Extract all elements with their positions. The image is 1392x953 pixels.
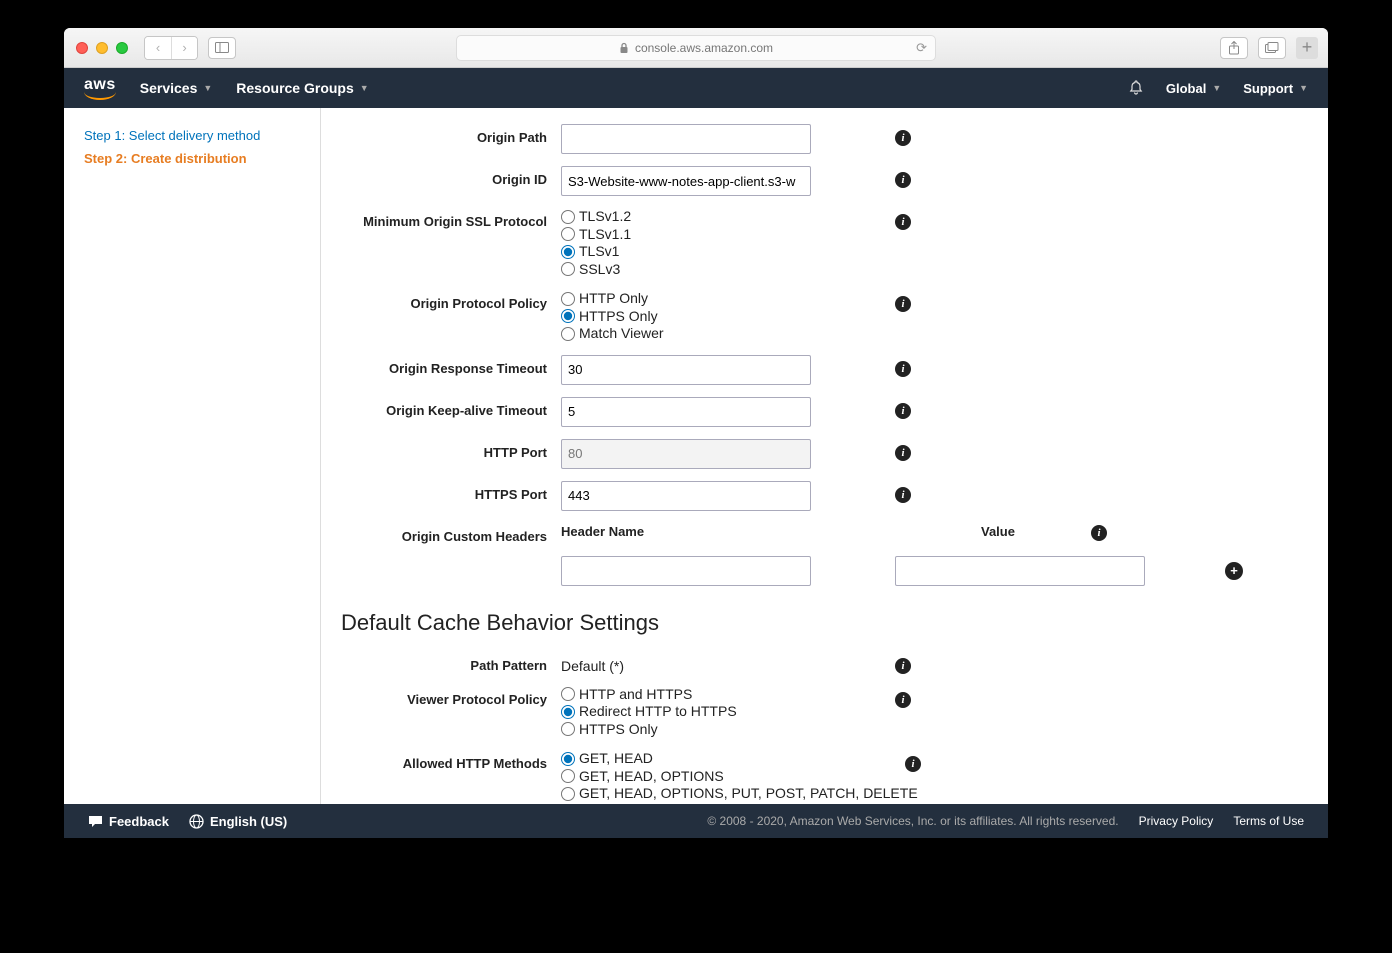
aws-logo[interactable]: aws [84,76,116,100]
info-icon[interactable]: i [895,130,911,146]
value-column: Value [981,524,1015,539]
custom-headers-label: Origin Custom Headers [341,523,561,544]
viewer-http-https-option[interactable]: HTTP and HTTPS [561,686,881,704]
origin-protocol-label: Origin Protocol Policy [341,290,561,311]
viewer-protocol-options: HTTP and HTTPS Redirect HTTP to HTTPS HT… [561,686,881,739]
close-window-button[interactable] [76,42,88,54]
caret-down-icon: ▼ [360,83,369,93]
feedback-link[interactable]: Feedback [88,814,169,829]
resource-groups-menu[interactable]: Resource Groups ▼ [236,80,368,96]
keepalive-timeout-input[interactable] [561,397,811,427]
origin-id-input[interactable] [561,166,811,196]
info-icon[interactable]: i [895,214,911,230]
info-icon[interactable]: i [895,658,911,674]
new-tab-button[interactable]: + [1296,37,1318,59]
caret-down-icon: ▼ [1212,83,1221,93]
methods-get-head-option[interactable]: GET, HEAD [561,750,918,768]
macos-titlebar: ‹ › console.aws.amazon.com ⟳ + [64,28,1328,68]
allowed-methods-label: Allowed HTTP Methods [341,750,561,771]
support-label: Support [1243,81,1293,96]
ssl-sslv3-option[interactable]: SSLv3 [561,261,881,279]
add-header-button[interactable]: + [1225,562,1243,580]
path-pattern-label: Path Pattern [341,652,561,673]
forward-button[interactable]: › [171,37,197,59]
info-icon[interactable]: i [895,296,911,312]
header-name-input[interactable] [561,556,811,586]
url-bar[interactable]: console.aws.amazon.com ⟳ [456,35,936,61]
viewer-protocol-label: Viewer Protocol Policy [341,686,561,707]
support-menu[interactable]: Support ▼ [1243,81,1308,96]
aws-footer: Feedback English (US) © 2008 - 2020, Ama… [64,804,1328,838]
viewer-redirect-option[interactable]: Redirect HTTP to HTTPS [561,703,881,721]
speech-bubble-icon [88,815,103,828]
ssl-tlsv1-option[interactable]: TLSv1 [561,243,881,261]
info-icon[interactable]: i [1091,525,1107,541]
protocol-match-option[interactable]: Match Viewer [561,325,881,343]
origin-path-label: Origin Path [341,124,561,145]
step-1-link[interactable]: Step 1: Select delivery method [84,124,300,147]
min-ssl-label: Minimum Origin SSL Protocol [341,208,561,229]
browser-window: ‹ › console.aws.amazon.com ⟳ + aws Servi… [64,28,1328,838]
services-menu[interactable]: Services ▼ [140,80,213,96]
caret-down-icon: ▼ [1299,83,1308,93]
copyright-text: © 2008 - 2020, Amazon Web Services, Inc.… [707,814,1118,828]
ssl-tlsv12-option[interactable]: TLSv1.2 [561,208,881,226]
header-value-input[interactable] [895,556,1145,586]
min-ssl-options: TLSv1.2 TLSv1.1 TLSv1 SSLv3 [561,208,881,278]
services-label: Services [140,80,198,96]
origin-id-label: Origin ID [341,166,561,187]
info-icon[interactable]: i [895,361,911,377]
show-sidebar-button[interactable] [208,37,236,59]
methods-get-head-options-option[interactable]: GET, HEAD, OPTIONS [561,768,918,786]
info-icon[interactable]: i [895,445,911,461]
header-name-column: Header Name [561,524,644,539]
content-area: Step 1: Select delivery method Step 2: C… [64,108,1328,804]
info-icon[interactable]: i [895,172,911,188]
region-label: Global [1166,81,1206,96]
region-menu[interactable]: Global ▼ [1166,81,1221,96]
resource-groups-label: Resource Groups [236,80,353,96]
response-timeout-input[interactable] [561,355,811,385]
lock-icon [619,42,629,54]
info-icon[interactable]: i [895,487,911,503]
window-controls [76,42,128,54]
protocol-http-option[interactable]: HTTP Only [561,290,881,308]
path-pattern-value: Default (*) [561,652,881,674]
privacy-policy-link[interactable]: Privacy Policy [1139,814,1214,828]
info-icon[interactable]: i [895,692,911,708]
info-icon[interactable]: i [895,403,911,419]
notifications-icon[interactable] [1128,80,1144,96]
url-text: console.aws.amazon.com [635,41,773,55]
keepalive-timeout-label: Origin Keep-alive Timeout [341,397,561,418]
step-2-active: Step 2: Create distribution [84,147,300,170]
terms-of-use-link[interactable]: Terms of Use [1233,814,1304,828]
response-timeout-label: Origin Response Timeout [341,355,561,376]
reload-icon[interactable]: ⟳ [916,40,927,56]
caret-down-icon: ▼ [203,83,212,93]
share-button[interactable] [1220,37,1248,59]
origin-path-input[interactable] [561,124,811,154]
ssl-tlsv11-option[interactable]: TLSv1.1 [561,226,881,244]
viewer-https-only-option[interactable]: HTTPS Only [561,721,881,739]
nav-arrows: ‹ › [144,36,198,60]
https-port-label: HTTPS Port [341,481,561,502]
back-button[interactable]: ‹ [145,37,171,59]
http-port-label: HTTP Port [341,439,561,460]
origin-protocol-options: HTTP Only HTTPS Only Match Viewer [561,290,881,343]
https-port-input[interactable] [561,481,811,511]
aws-header: aws Services ▼ Resource Groups ▼ Global … [64,68,1328,108]
minimize-window-button[interactable] [96,42,108,54]
cache-behavior-heading: Default Cache Behavior Settings [341,610,1328,636]
tabs-button[interactable] [1258,37,1286,59]
methods-all-option[interactable]: GET, HEAD, OPTIONS, PUT, POST, PATCH, DE… [561,785,918,803]
wizard-sidebar: Step 1: Select delivery method Step 2: C… [64,108,321,804]
globe-icon [189,814,204,829]
http-port-input [561,439,811,469]
allowed-methods-options: GET, HEAD GET, HEAD, OPTIONS GET, HEAD, … [561,750,918,803]
info-icon[interactable]: i [905,756,921,772]
language-selector[interactable]: English (US) [189,814,287,829]
form-panel: Origin Path i Origin ID i Minimum Origin… [321,108,1328,804]
protocol-https-option[interactable]: HTTPS Only [561,308,881,326]
maximize-window-button[interactable] [116,42,128,54]
